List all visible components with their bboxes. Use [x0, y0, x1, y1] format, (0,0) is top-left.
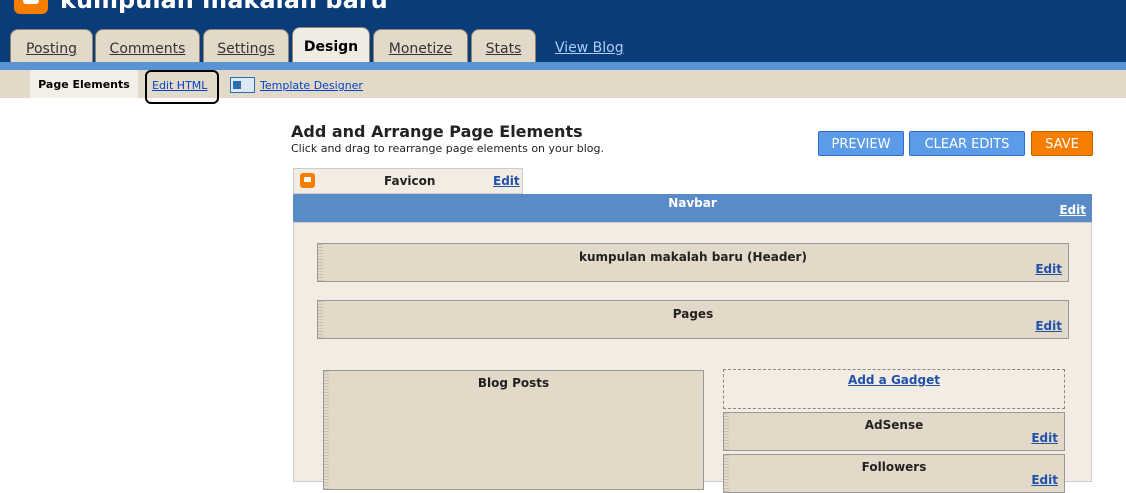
blogger-favicon-icon [300, 173, 315, 188]
template-designer-link[interactable]: Template Designer [260, 79, 363, 92]
header-divider [0, 62, 1126, 70]
view-blog-link[interactable]: View Blog [555, 40, 624, 56]
clear-edits-button[interactable]: CLEAR EDITS [909, 131, 1025, 156]
template-designer-icon[interactable] [230, 77, 255, 93]
adsense-label: AdSense [864, 418, 924, 432]
header-edit-link[interactable]: Edit [1035, 262, 1062, 276]
followers-label: Followers [861, 460, 927, 474]
tab-settings[interactable]: Settings [203, 29, 289, 62]
followers-edit-link[interactable]: Edit [1031, 473, 1058, 487]
preview-button[interactable]: PREVIEW [818, 131, 904, 156]
tab-comments[interactable]: Comments [95, 29, 200, 62]
favicon-edit-link[interactable]: Edit [493, 174, 520, 188]
subnav-page-elements[interactable]: Page Elements [30, 70, 138, 98]
page-title: Add and Arrange Page Elements [291, 122, 583, 141]
adsense-edit-link[interactable]: Edit [1031, 431, 1058, 445]
favicon-label: Favicon [384, 174, 436, 188]
navbar-edit-link[interactable]: Edit [1059, 203, 1086, 217]
blog-title: kumpulan makalah baru [60, 0, 388, 14]
favicon-widget[interactable]: Favicon Edit [293, 168, 523, 194]
blogger-logo-icon [14, 0, 48, 14]
add-gadget-slot[interactable]: Add a Gadget [723, 369, 1065, 409]
pages-widget-label: Pages [672, 307, 714, 321]
save-button[interactable]: SAVE [1031, 131, 1093, 156]
pages-widget[interactable]: Pages Edit [317, 300, 1069, 339]
navbar-widget[interactable]: Navbar Edit [293, 194, 1092, 222]
tab-stats[interactable]: Stats [471, 29, 536, 62]
navbar-label: Navbar [668, 196, 717, 210]
blog-posts-label: Blog Posts [477, 376, 550, 390]
blog-posts-widget[interactable]: Blog Posts [323, 370, 704, 490]
page-subtitle: Click and drag to rearrange page element… [291, 142, 604, 155]
followers-widget[interactable]: Followers Edit [723, 454, 1065, 493]
pages-edit-link[interactable]: Edit [1035, 319, 1062, 333]
add-gadget-link[interactable]: Add a Gadget [724, 373, 1064, 387]
subnav-edit-html[interactable]: Edit HTML [145, 70, 219, 104]
layout-area: kumpulan makalah baru (Header) Edit Page… [293, 222, 1092, 493]
adsense-widget[interactable]: AdSense Edit [723, 412, 1065, 451]
header-bar: kumpulan makalah baru Posting Comments S… [0, 0, 1126, 63]
tab-monetize[interactable]: Monetize [373, 29, 468, 62]
header-widget-label: kumpulan makalah baru (Header) [579, 250, 807, 264]
header-widget[interactable]: kumpulan makalah baru (Header) Edit [317, 243, 1069, 282]
tab-posting[interactable]: Posting [10, 29, 93, 62]
tab-design[interactable]: Design [292, 27, 370, 63]
edit-html-link[interactable]: Edit HTML [152, 79, 207, 92]
